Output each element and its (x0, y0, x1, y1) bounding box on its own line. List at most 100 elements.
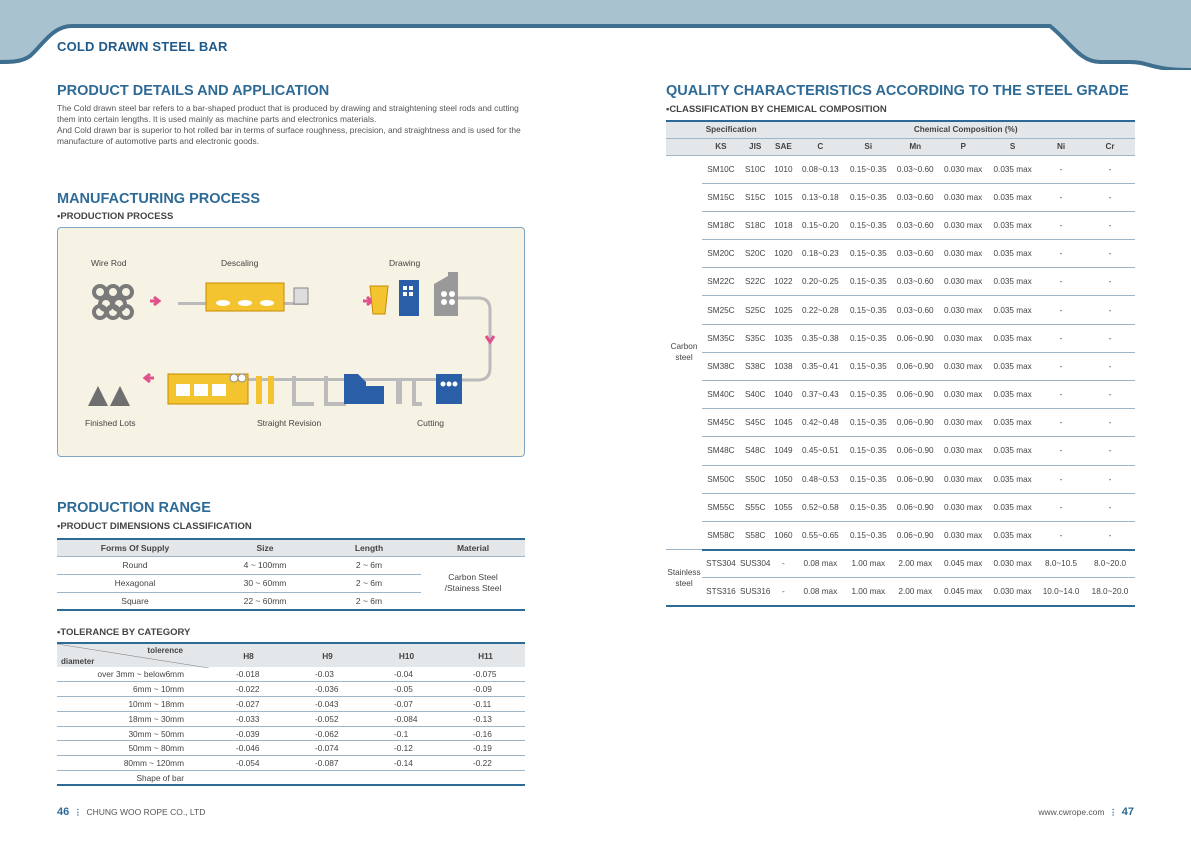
table-cell: 0.030 max (938, 380, 989, 410)
tolerance-cell: -0.13 (446, 711, 525, 727)
table-cell: 4 ~ 100mm (213, 556, 317, 575)
table-cell: 0.03~0.60 (892, 267, 939, 297)
table-row: SM45C S45C 1045 0.42~0.48 0.15~0.35 0.06~0.90… (666, 408, 1135, 438)
dim-header-forms: Forms Of Supply (57, 538, 213, 557)
table-cell: 0.030 max (938, 239, 989, 269)
label-straight-revision: Straight Revision (257, 418, 322, 428)
tolerance-cell: -0.075 (446, 667, 525, 683)
table-cell: 0.045 max (938, 549, 989, 579)
table-cell: Round (57, 556, 213, 575)
table-row: SM20C S20C 1020 0.18~0.23 0.15~0.35 0.03~0.60… (666, 239, 1135, 269)
tolerance-cell: -0.018 (209, 667, 288, 683)
table-cell: - (1037, 521, 1086, 551)
table-cell: 1015 (770, 183, 797, 212)
table-row: SM35C S35C 1035 0.35~0.38 0.15~0.35 0.06~0.90… (666, 324, 1135, 353)
table-cell: 0.030 max (938, 352, 989, 382)
table-cell: 0.035 max (988, 239, 1038, 269)
table-cell: 0.06~0.90 (892, 436, 939, 466)
material-cell: Carbon Steel /Stainess Steel (421, 556, 525, 611)
table-cell: 0.15~0.35 (844, 408, 893, 438)
table-cell: 1045 (770, 408, 797, 438)
table-cell: - (770, 577, 797, 608)
table-cell: 0.030 max (938, 436, 989, 466)
table-cell: - (1037, 408, 1086, 438)
table-cell: 0.15~0.35 (844, 493, 893, 522)
table-cell: 0.030 max (938, 183, 989, 212)
diameter-cell: over 3mm ~ below6mm (57, 667, 209, 683)
table-cell: 0.030 max (938, 465, 989, 494)
drawing-machine-icon (369, 272, 458, 316)
steel-group-label: Carbon steel (666, 155, 702, 551)
tolerance-table: tolerence diameter H8 H9 H10 H11 over 3m… (57, 642, 525, 787)
header-cr: Cr (1085, 138, 1135, 156)
table-cell: 0.035 max (988, 183, 1038, 212)
table-cell: 0.13~0.18 (796, 183, 845, 212)
tolerance-cell: -0.12 (367, 740, 446, 757)
table-cell: 0.035 max (988, 493, 1038, 522)
table-cell: 0.035 max (988, 465, 1038, 494)
table-cell: SM50C (701, 465, 740, 494)
table-cell: 0.030 max (938, 211, 989, 241)
straight-revision-machine-icon (167, 373, 458, 406)
material-line-1: Carbon Steel (448, 571, 498, 582)
table-cell: - (1085, 239, 1135, 269)
table-cell: 1022 (770, 267, 797, 297)
table-row: SM15C S15C 1015 0.13~0.18 0.15~0.35 0.03~0.60… (666, 183, 1135, 212)
table-cell: 1018 (770, 211, 797, 241)
tolerance-cell: -0.084 (367, 711, 446, 727)
table-cell: - (1085, 380, 1135, 410)
table-cell: 1.00 max (844, 549, 893, 579)
label-descaling: Descaling (221, 258, 259, 268)
table-cell: - (1037, 352, 1086, 382)
footer-separator: ⋮ (1108, 807, 1118, 817)
details-text-2: And Cold drawn bar is superior to hot ro… (57, 125, 521, 146)
label-wire-rod: Wire Rod (91, 258, 127, 268)
tolerance-cell (209, 770, 288, 787)
group-label-line: steel (675, 578, 693, 588)
table-cell: 0.42~0.48 (796, 408, 845, 438)
table-cell: S15C (739, 183, 771, 212)
table-cell: S48C (739, 436, 771, 466)
table-cell: SM20C (701, 239, 740, 269)
table-cell: S10C (739, 155, 771, 184)
table-row: 50mm ~ 80mm -0.046 -0.074 -0.12 -0.19 (57, 740, 525, 757)
table-cell: - (1037, 436, 1086, 466)
table-cell: 0.37~0.43 (796, 380, 845, 410)
table-cell: - (1037, 380, 1086, 410)
table-row: Carbon steel SM10C S10C 1010 0.08~0.13 0.15~0.… (666, 155, 1135, 551)
table-cell: 1050 (770, 465, 797, 494)
details-text-1: The Cold drawn steel bar refers to a bar… (57, 103, 519, 124)
table-cell: 0.06~0.90 (892, 352, 939, 382)
table-cell: 0.030 max (938, 295, 989, 325)
header-c: C (796, 138, 845, 156)
table-row: SM38C S38C 1038 0.35~0.41 0.15~0.35 0.06~0.90… (666, 352, 1135, 382)
table-cell: STS304 (701, 549, 740, 579)
table-cell: - (1085, 521, 1135, 551)
table-cell: SM38C (701, 352, 740, 382)
table-cell: 0.06~0.90 (892, 408, 939, 438)
table-cell: - (1085, 295, 1135, 325)
footer-left: 46 ⋮ CHUNG WOO ROPE CO., LTD (57, 806, 205, 818)
table-cell: 10.0~14.0 (1037, 577, 1086, 608)
table-cell: 0.45~0.51 (796, 436, 845, 466)
table-cell: - (1085, 436, 1135, 466)
table-cell: 0.15~0.35 (844, 155, 893, 184)
label-drawing: Drawing (389, 258, 421, 268)
table-cell: - (1085, 183, 1135, 212)
table-cell: SUS304 (739, 549, 771, 579)
table-row: SM50C S50C 1050 0.48~0.53 0.15~0.35 0.06~0.90… (666, 465, 1135, 494)
table-cell: 18.0~20.0 (1085, 577, 1135, 608)
table-cell: 1.00 max (844, 577, 893, 608)
tolerance-cell (288, 770, 367, 787)
website-link[interactable]: www.cwrope.com (1038, 807, 1104, 817)
tol-header-h10: H10 (367, 642, 446, 667)
table-cell: - (1037, 183, 1086, 212)
table-cell: S58C (739, 521, 771, 551)
table-cell: 0.035 max (988, 155, 1038, 184)
table-cell: 0.48~0.53 (796, 465, 845, 494)
details-title: PRODUCT DETAILS AND APPLICATION (57, 83, 330, 99)
header-si: Si (844, 138, 893, 156)
process-diagram: Wire Rod Descaling Drawing Finished Lots… (57, 227, 525, 457)
table-cell: 0.08 max (796, 549, 845, 579)
table-cell: 0.030 max (938, 408, 989, 438)
